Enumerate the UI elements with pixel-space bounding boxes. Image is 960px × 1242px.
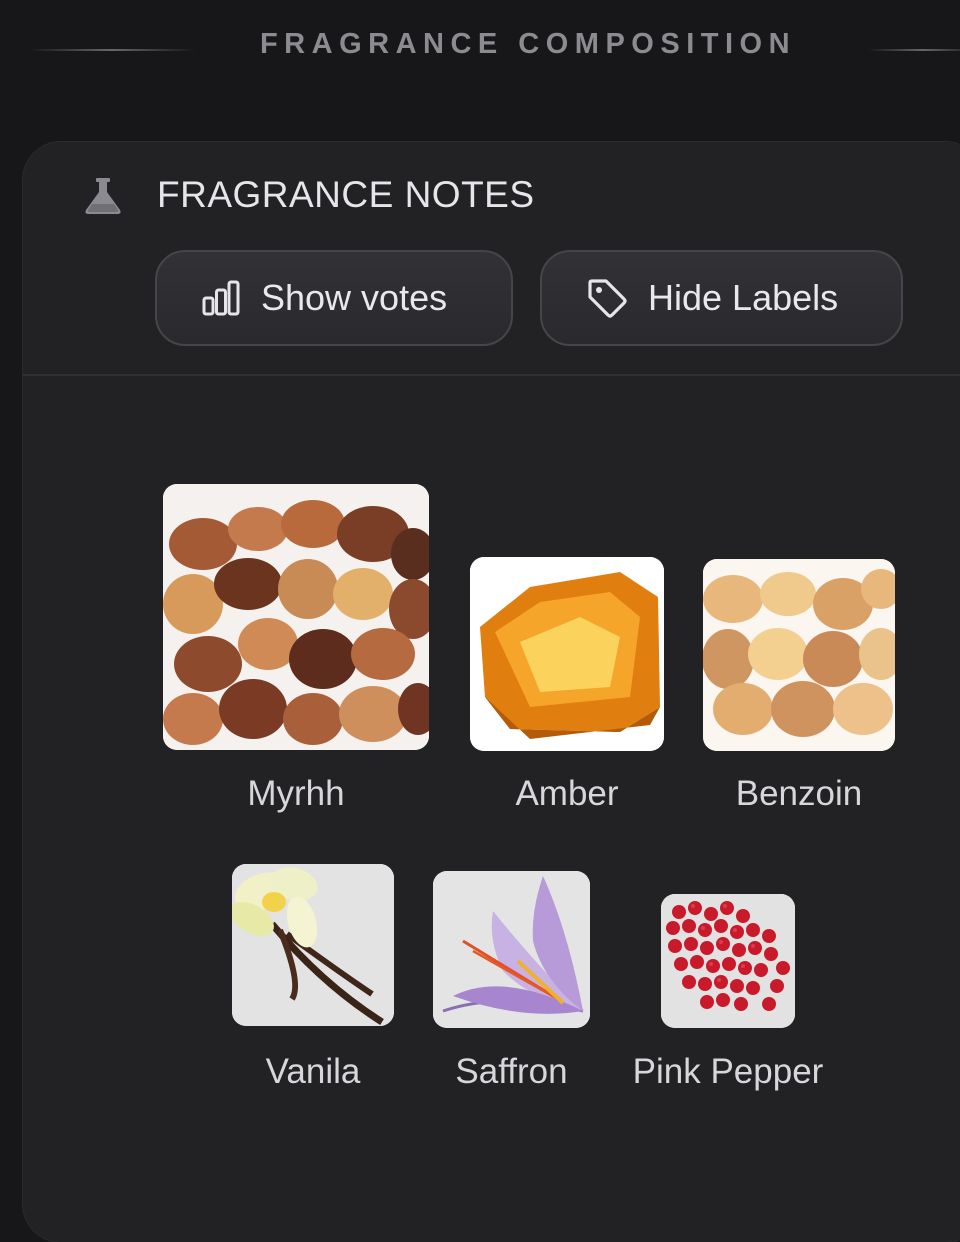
note-label: Pink Pepper <box>632 1052 824 1091</box>
note-saffron[interactable]: Saffron <box>433 871 590 1096</box>
saffron-crocus-image <box>433 871 590 1028</box>
section-divider-right <box>868 49 960 51</box>
note-vanilla[interactable]: Vanila <box>232 864 394 1096</box>
note-benzoin[interactable]: Benzoin <box>703 559 895 824</box>
myrrh-resin-image <box>163 484 429 750</box>
show-votes-label: Show votes <box>261 277 448 318</box>
section-header: FRAGRANCE COMPOSITION <box>0 0 960 100</box>
tag-icon <box>588 279 627 318</box>
hide-labels-label: Hide Labels <box>648 277 839 318</box>
bar-chart-icon <box>202 280 240 316</box>
pink-pepper-image <box>661 894 795 1028</box>
note-label: Benzoin <box>735 774 863 813</box>
card-header: FRAGRANCE NOTES Show votes Hide Labels <box>23 142 960 376</box>
hide-labels-button[interactable]: Hide Labels <box>540 250 903 346</box>
flask-icon <box>85 178 121 214</box>
note-label: Myrhh <box>247 774 345 813</box>
show-votes-button[interactable]: Show votes <box>155 250 513 346</box>
card-divider <box>23 374 960 376</box>
note-label: Vanila <box>265 1052 361 1091</box>
note-label: Amber <box>515 774 619 813</box>
benzoin-resin-image <box>703 559 895 751</box>
section-title: FRAGRANCE COMPOSITION <box>259 28 797 60</box>
note-myrrh[interactable]: Myrhh <box>150 484 442 824</box>
vanilla-flower-image <box>232 864 394 1026</box>
note-amber[interactable]: Amber <box>470 557 664 824</box>
card-title: FRAGRANCE NOTES <box>157 174 535 215</box>
amber-resin-image <box>470 557 664 751</box>
note-pink-pepper[interactable]: Pink Pepper <box>628 894 828 1096</box>
note-label: Saffron <box>455 1052 568 1091</box>
